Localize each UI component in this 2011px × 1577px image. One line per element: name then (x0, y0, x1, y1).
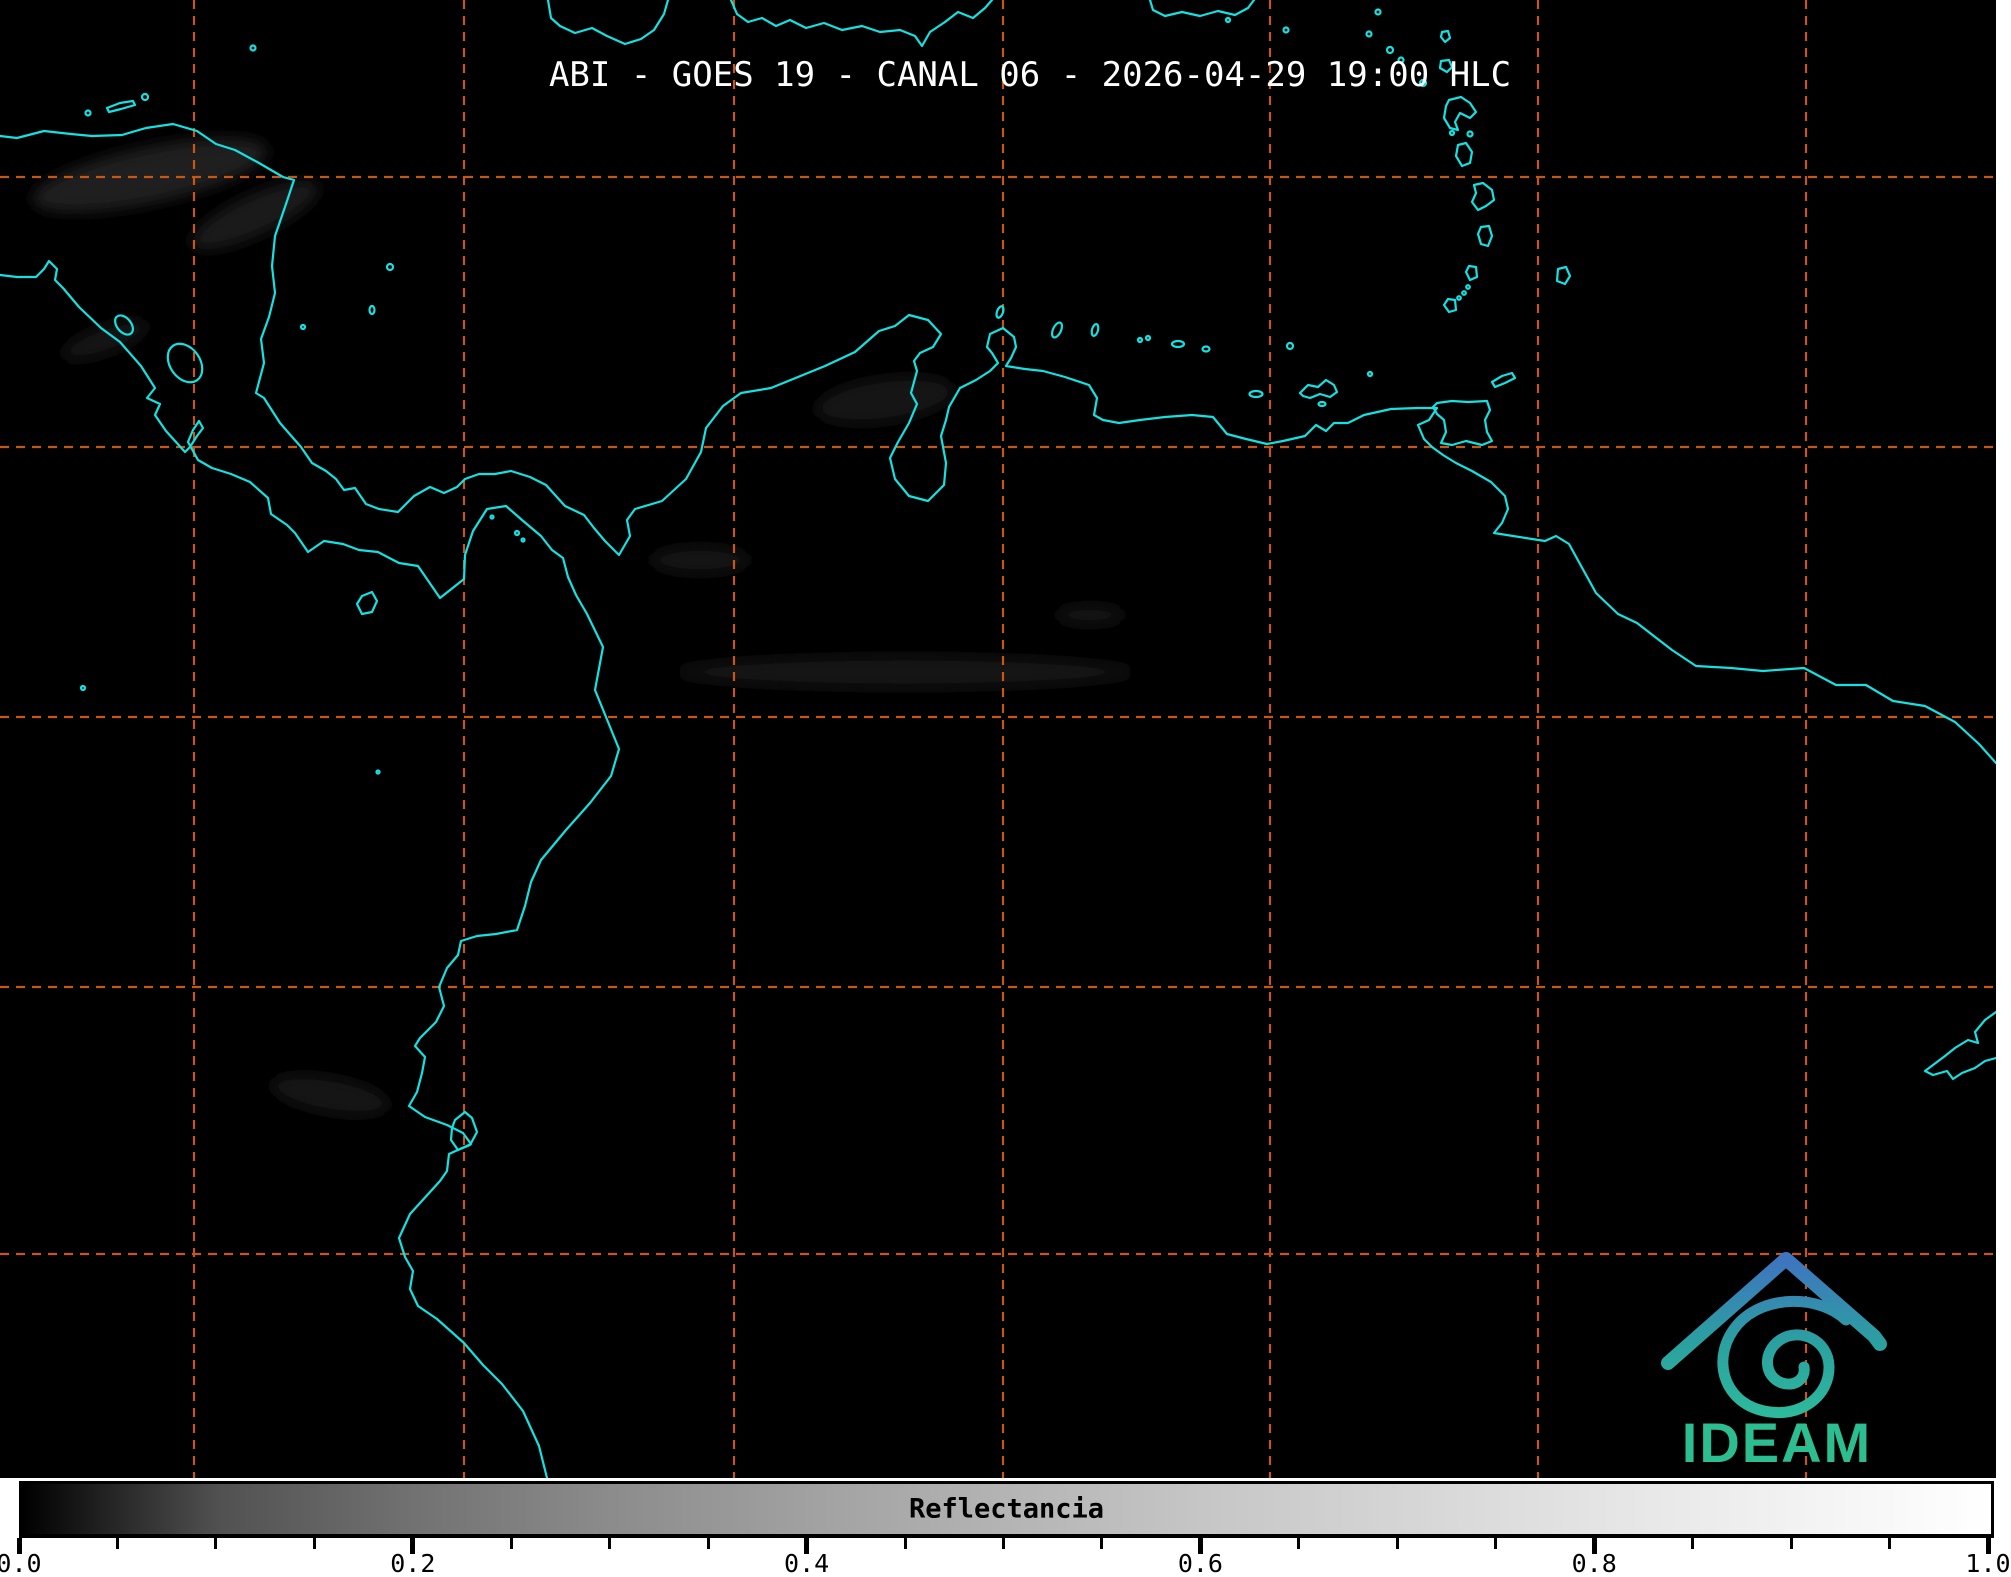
mountain-swirl-icon (1661, 1252, 1887, 1418)
colorbar-axis: 0.0 0.2 0.4 0.6 0.8 1.0 (0, 1538, 2011, 1577)
map-canvas: IDEAM (0, 0, 1996, 1478)
colorbar-tick-label: 1.0 (1965, 1549, 2011, 1577)
map-area: IDEAM ABI - GOES 19 - CANAL 06 - 2026-04… (0, 0, 1996, 1478)
ideam-logo: IDEAM (1661, 1252, 1887, 1474)
colorbar-minor-tick (1100, 1538, 1104, 1549)
satellite-image-figure: IDEAM ABI - GOES 19 - CANAL 06 - 2026-04… (0, 0, 2011, 1577)
colorbar-label: Reflectancia (908, 1493, 1105, 1525)
colorbar-minor-tick (214, 1538, 218, 1549)
colorbar-minor-tick (1002, 1538, 1005, 1549)
island-jamaica (546, 0, 670, 46)
islands-venezuela-offshore (995, 305, 1374, 408)
colorbar: Reflectancia (19, 1481, 1994, 1538)
island-puerto-rico (1148, 0, 1256, 18)
colorbar-minor-tick (1691, 1538, 1695, 1549)
colorbar-tick-label: 0.4 (784, 1549, 830, 1577)
amazon-river-mouth (1923, 1010, 1996, 1081)
colorbar-minor-tick (1395, 1538, 1399, 1549)
colorbar-minor-tick (903, 1538, 907, 1549)
colorbar-minor-tick (608, 1538, 612, 1549)
colorbar-tick-label: 0.6 (1177, 1549, 1223, 1577)
colorbar-tick-label: 0.0 (0, 1549, 42, 1577)
colorbar-tick-label: 0.8 (1571, 1549, 1617, 1577)
colorbar-minor-tick (312, 1538, 316, 1549)
colorbar-minor-tick (1494, 1538, 1498, 1549)
grid-meridians (192, 0, 1808, 1478)
map-title: ABI - GOES 19 - CANAL 06 - 2026-04-29 19… (548, 55, 1512, 95)
islands-west-caribbean-pacific (79, 44, 526, 1152)
colorbar-minor-tick (1297, 1538, 1301, 1549)
latlon-grid (0, 0, 1996, 1478)
coastlines (0, 0, 1996, 1478)
colorbar-minor-tick (1888, 1538, 1892, 1549)
coastline-pacific (0, 259, 621, 1478)
island-hispaniola (729, 0, 994, 48)
colorbar-minor-tick (1789, 1538, 1793, 1549)
colorbar-minor-tick (706, 1538, 710, 1549)
colorbar-tick-label: 0.2 (390, 1549, 436, 1577)
colorbar-minor-tick (509, 1538, 513, 1549)
colorbar-minor-tick (115, 1538, 119, 1549)
ideam-logo-text: IDEAM (1682, 1411, 1872, 1474)
